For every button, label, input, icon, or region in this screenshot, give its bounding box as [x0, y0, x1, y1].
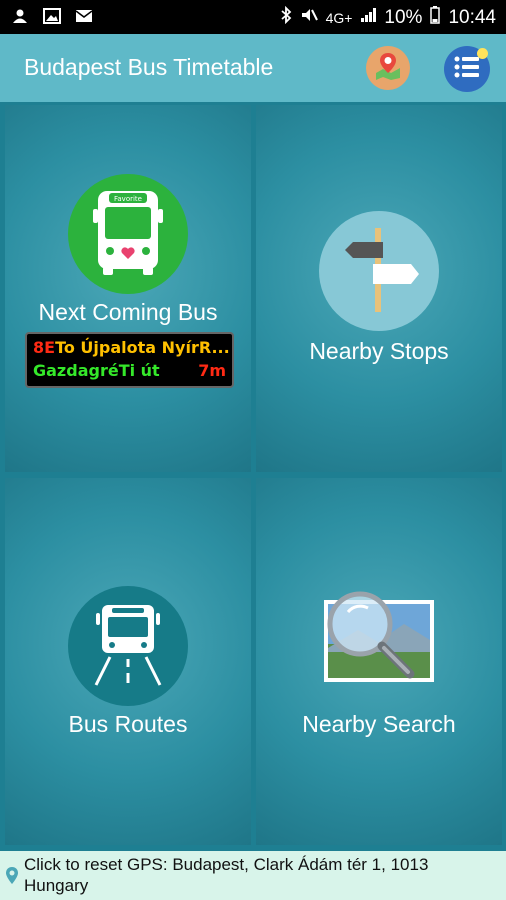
status-bar: 4G+ 10% 10:44: [0, 0, 506, 34]
mute-icon: [300, 6, 318, 30]
tile-label-next-coming-bus: Next Coming Bus: [38, 299, 218, 325]
next-bus-display: 8ETo Újpalota NyírR... GazdagréTi út 7m: [25, 332, 234, 388]
map-button[interactable]: [366, 46, 410, 90]
signpost-circle: [319, 211, 439, 331]
battery-icon: [430, 6, 441, 30]
network-type: 4G+: [325, 10, 353, 26]
app-title: Budapest Bus Timetable: [24, 54, 274, 80]
notification-dot: [477, 48, 488, 59]
clock: 10:44: [448, 7, 496, 28]
person-icon: [10, 7, 30, 25]
signpost-icon: [329, 224, 429, 319]
map-marker-icon: [373, 51, 403, 86]
mail-icon: [74, 7, 94, 25]
battery-percent: 10%: [384, 7, 423, 28]
location-pin-icon: [4, 866, 20, 891]
bus-road-icon: [88, 599, 168, 694]
tile-nearby-stops[interactable]: Nearby Stops: [256, 105, 502, 472]
next-bus-destination: To Újpalota NyírR...: [55, 338, 230, 357]
tile-bus-routes[interactable]: Bus Routes: [5, 478, 251, 845]
bus-routes-circle: [68, 586, 188, 706]
app-bar: Budapest Bus Timetable: [0, 34, 506, 102]
gps-reset-text[interactable]: Click to reset GPS: Budapest, Clark Ádám…: [24, 854, 494, 896]
bus-circle: Favorite: [68, 174, 188, 294]
next-bus-route: 8E: [33, 338, 56, 357]
list-menu-icon: [453, 55, 481, 84]
tile-label-nearby-search: Nearby Search: [302, 711, 456, 737]
magnifier-photo-icon: [318, 590, 448, 700]
tile-label-nearby-stops: Nearby Stops: [309, 338, 449, 364]
tile-nearby-search[interactable]: Nearby Search: [256, 478, 502, 845]
tile-next-coming-bus[interactable]: Favorite Next Coming Bus 8ETo Újpalota N…: [5, 105, 251, 472]
signal-icon: [360, 7, 377, 29]
bus-badge: Favorite: [114, 195, 142, 203]
next-bus-stop: GazdagréTi út: [33, 361, 160, 380]
image-icon: [42, 7, 62, 25]
bluetooth-icon: [280, 5, 292, 30]
bus-front-icon: Favorite: [91, 187, 165, 282]
tile-label-bus-routes: Bus Routes: [68, 711, 188, 737]
menu-button[interactable]: [444, 46, 490, 92]
next-bus-minutes: 7m: [198, 361, 226, 380]
